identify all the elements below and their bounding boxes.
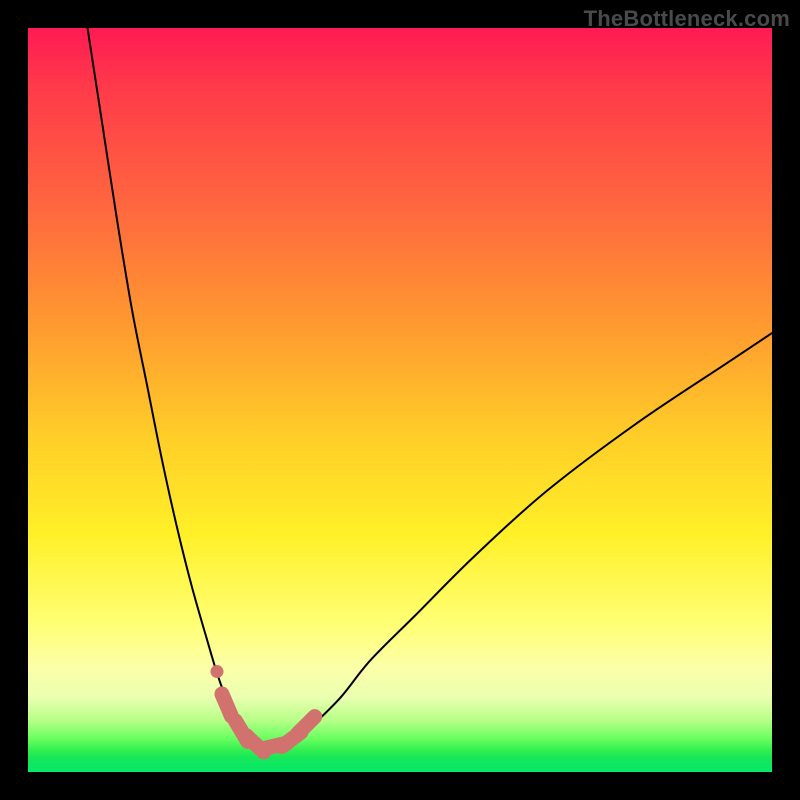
plot-area: [28, 28, 772, 772]
chart-frame: TheBottleneck.com: [0, 0, 800, 800]
marker-dot: [210, 665, 223, 678]
highlight-band: [210, 665, 314, 752]
curve-layer: [28, 28, 772, 772]
marker-capsule: [298, 717, 315, 734]
marker-capsule: [222, 694, 231, 716]
bottleneck-curve: [88, 28, 772, 751]
